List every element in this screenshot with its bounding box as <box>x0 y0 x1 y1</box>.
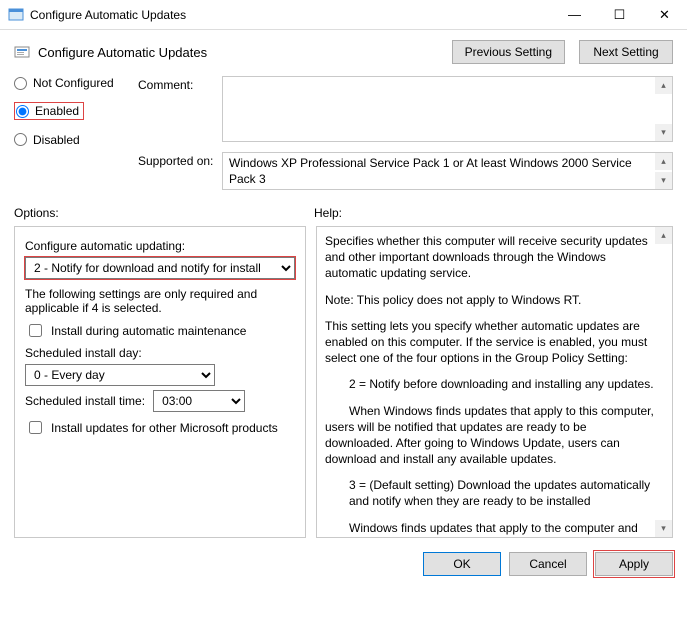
state-radios: Not Configured Enabled Disabled <box>14 76 134 159</box>
top-grid: Not Configured Enabled Disabled Comment:… <box>0 76 687 200</box>
comment-textarea[interactable]: ▴ ▾ <box>222 76 673 142</box>
dialog-footer: OK Cancel Apply <box>0 542 687 586</box>
scheduled-time-label: Scheduled install time: <box>25 394 145 408</box>
scroll-up-icon[interactable]: ▴ <box>655 77 672 94</box>
radio-disabled-input[interactable] <box>14 133 27 146</box>
titlebar: Configure Automatic Updates — ☐ ✕ <box>0 0 687 30</box>
scheduled-time-select[interactable]: 03:00 <box>153 390 245 412</box>
scroll-down-icon[interactable]: ▾ <box>655 172 672 189</box>
help-panel: Specifies whether this computer will rec… <box>316 226 673 538</box>
radio-enabled-input[interactable] <box>16 105 29 118</box>
ok-button[interactable]: OK <box>423 552 501 576</box>
supported-text: Windows XP Professional Service Pack 1 o… <box>229 156 632 186</box>
help-text: Specifies whether this computer will rec… <box>325 233 654 282</box>
supported-box: Windows XP Professional Service Pack 1 o… <box>222 152 673 190</box>
radio-enabled[interactable]: Enabled <box>16 104 79 118</box>
configure-updating-select[interactable]: 2 - Notify for download and notify for i… <box>25 257 295 279</box>
header-title: Configure Automatic Updates <box>38 45 438 60</box>
help-text: Note: This policy does not apply to Wind… <box>325 292 654 308</box>
header: Configure Automatic Updates Previous Set… <box>0 30 687 76</box>
help-text: 3 = (Default setting) Download the updat… <box>325 477 654 509</box>
radio-not-configured[interactable]: Not Configured <box>14 76 134 90</box>
options-panel: Configure automatic updating: 2 - Notify… <box>14 226 306 538</box>
supported-label: Supported on: <box>138 152 218 168</box>
apply-button[interactable]: Apply <box>595 552 673 576</box>
configure-updating-label: Configure automatic updating: <box>25 239 295 253</box>
help-text: 2 = Notify before downloading and instal… <box>325 376 654 392</box>
scroll-up-icon[interactable]: ▴ <box>655 153 672 170</box>
other-ms-products-label: Install updates for other Microsoft prod… <box>51 421 278 435</box>
minimize-button[interactable]: — <box>552 0 597 29</box>
previous-setting-button[interactable]: Previous Setting <box>452 40 565 64</box>
radio-not-configured-label: Not Configured <box>33 76 114 90</box>
help-heading: Help: <box>314 206 342 220</box>
scroll-down-icon[interactable]: ▾ <box>655 520 672 537</box>
install-maintenance-input[interactable] <box>29 324 42 337</box>
scheduled-day-select[interactable]: 0 - Every day <box>25 364 215 386</box>
other-ms-products-checkbox[interactable]: Install updates for other Microsoft prod… <box>25 418 295 437</box>
install-maintenance-label: Install during automatic maintenance <box>51 324 246 338</box>
panels: Configure automatic updating: 2 - Notify… <box>0 224 687 542</box>
options-heading: Options: <box>14 206 314 220</box>
close-button[interactable]: ✕ <box>642 0 687 29</box>
scheduled-day-label: Scheduled install day: <box>25 346 295 360</box>
help-text: This setting lets you specify whether au… <box>325 318 654 367</box>
scroll-down-icon[interactable]: ▾ <box>655 124 672 141</box>
policy-icon <box>14 44 30 60</box>
comment-label: Comment: <box>138 76 218 92</box>
scroll-up-icon[interactable]: ▴ <box>655 227 672 244</box>
radio-disabled-label: Disabled <box>33 133 80 147</box>
radio-enabled-label: Enabled <box>35 104 79 118</box>
install-maintenance-checkbox[interactable]: Install during automatic maintenance <box>25 321 295 340</box>
radio-disabled[interactable]: Disabled <box>14 133 134 147</box>
next-setting-button[interactable]: Next Setting <box>579 40 673 64</box>
maximize-button[interactable]: ☐ <box>597 0 642 29</box>
window-controls: — ☐ ✕ <box>552 0 687 29</box>
section-labels: Options: Help: <box>0 200 687 224</box>
options-note: The following settings are only required… <box>25 287 295 315</box>
cancel-button[interactable]: Cancel <box>509 552 587 576</box>
help-text: Windows finds updates that apply to the … <box>325 520 654 536</box>
radio-not-configured-input[interactable] <box>14 77 27 90</box>
other-ms-products-input[interactable] <box>29 421 42 434</box>
app-icon <box>8 7 24 23</box>
help-text: When Windows finds updates that apply to… <box>325 403 654 468</box>
window-title: Configure Automatic Updates <box>30 8 552 22</box>
